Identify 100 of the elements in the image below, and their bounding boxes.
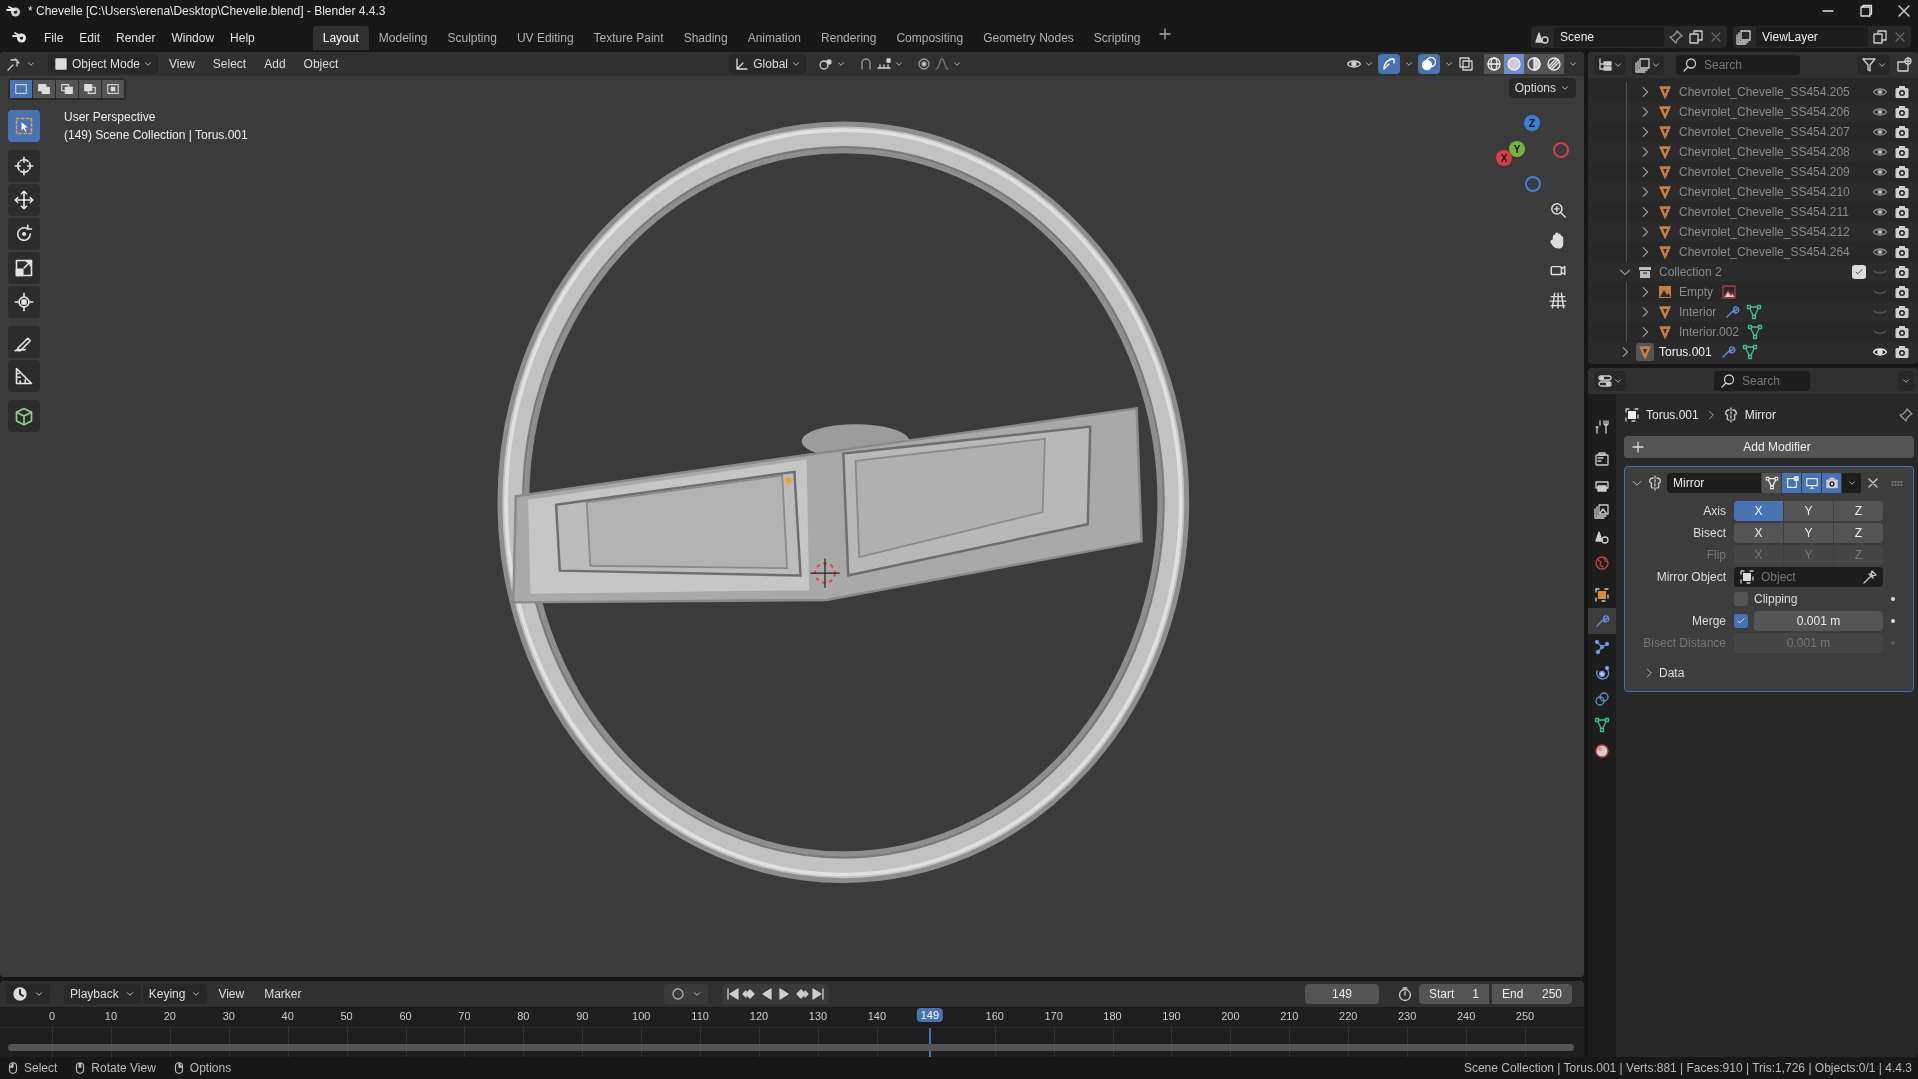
axis-handle[interactable] — [1553, 142, 1569, 158]
display-mode-button[interactable] — [1594, 55, 1626, 75]
orientation-dropdown[interactable]: Global — [729, 54, 806, 74]
mesh-object-icon[interactable] — [1657, 204, 1673, 220]
search-field[interactable]: Search — [1676, 55, 1800, 75]
start-frame-field[interactable]: Start 1 — [1419, 984, 1489, 1004]
overlay-toggle[interactable] — [1418, 54, 1440, 74]
selection-mode-button[interactable] — [10, 80, 32, 98]
copy-icon[interactable] — [1872, 29, 1888, 45]
pivot-icon[interactable] — [817, 56, 834, 72]
selection-mode-button[interactable] — [102, 80, 124, 98]
workspace-tab[interactable]: Texture Paint — [583, 26, 674, 50]
axis-handle[interactable]: Z — [1524, 115, 1540, 131]
pin-icon[interactable] — [1898, 407, 1914, 423]
menu-item[interactable]: Object — [296, 57, 346, 71]
view-layer-filter-button[interactable] — [1632, 55, 1664, 75]
modifier-toggle[interactable] — [1822, 473, 1841, 493]
workspace-tab[interactable]: Compositing — [886, 26, 974, 50]
maximize-icon[interactable] — [1858, 3, 1874, 19]
view-layer-field[interactable]: ViewLayer — [1756, 27, 1868, 47]
modifier-toggle[interactable] — [1782, 473, 1801, 493]
outliner-item[interactable]: Empty — [1679, 285, 1713, 299]
outliner-item[interactable]: Chevrolet_Chevelle_SS454.211 — [1679, 205, 1849, 219]
camera-icon[interactable] — [1894, 324, 1910, 340]
workspace-tab[interactable]: UV Editing — [506, 26, 584, 50]
tool-button[interactable] — [8, 360, 40, 392]
camera-icon[interactable] — [1894, 204, 1910, 220]
playhead[interactable]: 149 — [916, 1008, 944, 1022]
selection-mode-button[interactable] — [33, 80, 55, 98]
tool-button[interactable] — [8, 218, 40, 250]
mode-dropdown[interactable]: Object Mode — [48, 54, 159, 74]
tool-button[interactable] — [8, 326, 40, 358]
xray-icon[interactable] — [1458, 56, 1474, 72]
mesh-object-icon[interactable] — [1657, 104, 1673, 120]
camera-icon[interactable] — [1894, 164, 1910, 180]
workspace-tab[interactable]: Rendering — [811, 26, 887, 50]
outliner-item[interactable]: Collection 2 — [1659, 265, 1722, 279]
mesh-object-icon[interactable] — [1637, 344, 1653, 360]
outliner-item[interactable]: Chevrolet_Chevelle_SS454.210 — [1679, 185, 1850, 199]
camera-icon[interactable] — [1894, 304, 1910, 320]
image-empty-icon[interactable] — [1657, 284, 1673, 300]
mesh-object-icon[interactable] — [1657, 184, 1673, 200]
scene-field[interactable]: Scene — [1554, 27, 1664, 47]
selection-mode-button[interactable] — [79, 80, 101, 98]
workspace-tab[interactable]: Modeling — [368, 26, 438, 50]
tool-button[interactable] — [8, 400, 40, 432]
axis-toggle[interactable]: Z — [1834, 523, 1883, 543]
workspace-tab[interactable]: Sculpting — [437, 26, 507, 50]
camera-icon[interactable] — [1894, 84, 1910, 100]
keyframe-dot[interactable] — [1891, 597, 1895, 601]
menu-item[interactable]: View — [209, 987, 254, 1001]
shading-mode-button[interactable] — [1504, 54, 1524, 74]
menu-dropdown[interactable]: Keying — [142, 984, 208, 1004]
menu-item[interactable]: Window — [163, 26, 223, 50]
gizmo-toggle[interactable] — [1378, 54, 1400, 74]
shading-mode-button[interactable] — [1544, 54, 1564, 74]
menu-item[interactable]: Marker — [255, 987, 311, 1001]
menu-item[interactable]: Render — [108, 26, 164, 50]
modifier-toggle[interactable] — [1802, 473, 1821, 493]
workspace-tab[interactable]: Scripting — [1083, 26, 1151, 50]
mesh-object-icon[interactable] — [1657, 224, 1673, 240]
checkbox[interactable] — [1734, 614, 1748, 628]
mesh-object-icon[interactable] — [1657, 164, 1673, 180]
tool-button[interactable] — [8, 286, 40, 318]
menu-dropdown[interactable]: Playback — [64, 984, 141, 1004]
camera-icon[interactable] — [1894, 264, 1910, 280]
camera-icon[interactable] — [1894, 144, 1910, 160]
mesh-object-icon[interactable] — [1657, 84, 1673, 100]
snap-increment-icon[interactable] — [875, 56, 892, 72]
menu-item[interactable]: Edit — [71, 26, 109, 50]
add-modifier-button[interactable]: Add Modifier — [1624, 436, 1914, 458]
menu-item[interactable]: Add — [257, 57, 293, 71]
mesh-object-icon[interactable] — [1657, 324, 1673, 340]
tool-button[interactable] — [8, 150, 40, 182]
camera-icon[interactable] — [1894, 224, 1910, 240]
axis-toggle[interactable]: X — [1734, 501, 1783, 521]
tool-button[interactable] — [8, 252, 40, 284]
selection-mode-button[interactable] — [56, 80, 78, 98]
axis-toggle[interactable]: X — [1734, 523, 1783, 543]
mesh-object-icon[interactable] — [1657, 304, 1673, 320]
mesh-object-icon[interactable] — [1657, 144, 1673, 160]
workspace-tab[interactable]: Animation — [737, 26, 812, 50]
editor-type-button[interactable] — [1594, 371, 1626, 391]
camera-icon[interactable] — [1894, 284, 1910, 300]
render-layers-icon[interactable] — [1736, 29, 1752, 45]
outliner-item[interactable]: Chevrolet_Chevelle_SS454.205 — [1679, 85, 1850, 99]
camera-icon[interactable] — [1894, 344, 1910, 360]
shading-mode-button[interactable] — [1524, 54, 1544, 74]
tool-button[interactable] — [8, 184, 40, 216]
axis-handle[interactable] — [1525, 176, 1541, 192]
modifier-toggle[interactable] — [1762, 473, 1781, 493]
outliner-item[interactable]: Chevrolet_Chevelle_SS454.212 — [1679, 225, 1850, 239]
outliner-item[interactable]: Interior — [1679, 305, 1717, 319]
collection-icon[interactable] — [1637, 264, 1653, 280]
axis-toggle[interactable]: Y — [1784, 523, 1833, 543]
outliner-item[interactable]: Torus.001 — [1659, 345, 1712, 359]
eyedropper-icon[interactable] — [1862, 569, 1878, 585]
menu-item[interactable]: File — [36, 26, 72, 50]
auto-keying-button[interactable] — [664, 984, 709, 1004]
axis-toggle[interactable]: Y — [1784, 501, 1833, 521]
